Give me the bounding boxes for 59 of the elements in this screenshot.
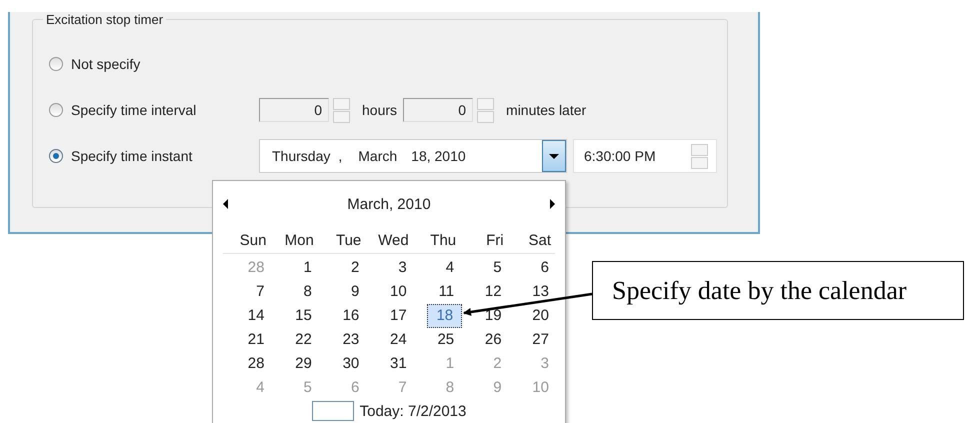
hours-label: hours — [362, 102, 398, 118]
calendar-day[interactable]: 15 — [270, 305, 318, 327]
calendar-day[interactable]: 18 — [427, 304, 462, 328]
calendar-day[interactable]: 19 — [460, 305, 508, 327]
date-part[interactable]: March — [358, 148, 398, 164]
radio-option[interactable]: Specify time interval — [49, 102, 259, 118]
calendar-day[interactable]: 1 — [270, 257, 318, 279]
weekday-label: Tue — [334, 232, 362, 248]
calendar-day[interactable]: 28 — [223, 353, 270, 375]
calendar-day[interactable]: 24 — [365, 329, 413, 351]
calendar-day[interactable]: 8 — [270, 281, 318, 303]
calendar-day[interactable]: 29 — [270, 353, 318, 375]
caret-icon — [549, 154, 559, 158]
calendar-day[interactable]: 21 — [223, 329, 270, 351]
radio-option[interactable]: Not specify — [49, 56, 259, 72]
date-part[interactable]: , — [338, 148, 342, 164]
calendar-day[interactable]: 2 — [318, 257, 366, 279]
calendar-day[interactable]: 10 — [365, 281, 413, 303]
minutes-field[interactable]: 0 — [403, 98, 474, 122]
calendar-day[interactable]: 4 — [412, 257, 460, 279]
date-part[interactable]: Thursday — [272, 148, 330, 164]
calendar-day[interactable]: 22 — [270, 329, 318, 351]
calendar-day[interactable]: 3 — [365, 257, 413, 279]
calendar-day[interactable]: 31 — [365, 353, 413, 375]
calendar-day[interactable]: 25 — [412, 329, 460, 351]
time-field[interactable]: 6:30:00 PM — [573, 139, 717, 173]
weekday-label: Wed — [377, 232, 410, 248]
minutes-label: minutes later — [506, 102, 586, 118]
today-link[interactable]: Today: 7/2/2013 — [360, 402, 466, 420]
calendar-day[interactable]: 23 — [318, 329, 366, 351]
weekday-label: Thu — [429, 232, 458, 248]
today-marker-icon — [312, 401, 354, 421]
calendar-day[interactable]: 5 — [460, 257, 508, 279]
month-title[interactable]: March, 2010 — [347, 196, 431, 212]
calendar-day[interactable]: 6 — [508, 257, 555, 279]
weekday-label: Fri — [485, 232, 505, 248]
callout-box: Specify date by the calendar — [592, 261, 964, 320]
next-month-icon[interactable] — [550, 199, 555, 209]
calendar-day[interactable]: 30 — [318, 353, 366, 375]
group-title: Excitation stop timer — [45, 12, 164, 27]
date-part[interactable]: 18, 2010 — [411, 148, 466, 164]
calendar-day[interactable]: 9 — [318, 281, 366, 303]
calendar-day[interactable]: 17 — [365, 305, 413, 327]
weekday-label: Mon — [284, 232, 315, 248]
calendar-day[interactable]: 13 — [508, 281, 555, 303]
weekday-label: Sun — [238, 232, 268, 248]
calendar-day[interactable]: 14 — [223, 305, 270, 327]
calendar-day[interactable]: 20 — [508, 305, 555, 327]
calendar-day[interactable]: 16 — [318, 305, 366, 327]
calendar-day[interactable]: 27 — [508, 329, 555, 351]
weekday-label: Sat — [527, 232, 552, 248]
hours-field[interactable]: 0 — [259, 98, 329, 122]
previous-month-icon[interactable] — [223, 199, 228, 209]
calendar-day[interactable]: 26 — [460, 329, 508, 351]
calendar-day[interactable]: 11 — [412, 281, 460, 303]
radio-option[interactable]: Specify time instant — [49, 148, 259, 164]
calendar-day[interactable]: 7 — [223, 281, 270, 303]
dropdown-button[interactable] — [542, 140, 566, 172]
calendar-day[interactable]: 12 — [460, 281, 508, 303]
